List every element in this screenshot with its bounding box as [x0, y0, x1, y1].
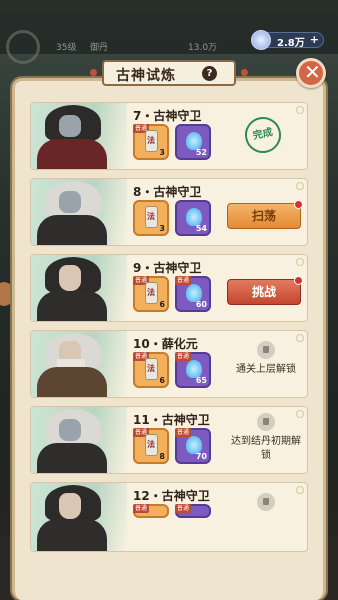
boss-portrait [31, 483, 127, 551]
boss-portrait [31, 179, 127, 245]
talisman-reward[interactable]: 普通 法 6 [133, 276, 169, 312]
player-power: 13.0万 [188, 43, 218, 53]
stage-row-8[interactable]: 8・古神守卫 法 3 54 扫荡 [30, 178, 308, 246]
boss-portrait [31, 255, 127, 321]
lock-icon [257, 413, 275, 431]
reward-count: 6 [159, 300, 165, 309]
lock-icon [257, 493, 275, 511]
spirit-flame-reward[interactable]: 52 [175, 124, 211, 160]
talisman-reward[interactable]: 普通 法 3 [133, 124, 169, 160]
spirit-flame-reward[interactable]: 普通 60 [175, 276, 211, 312]
spirit-flame-reward[interactable]: 普通 [175, 504, 211, 518]
talisman-reward[interactable]: 普通 法 6 [133, 352, 169, 388]
reward-count: 54 [195, 224, 207, 233]
player-level: 35级 [56, 43, 77, 53]
panel-title: 古神试炼 [116, 68, 176, 84]
reward-count: 70 [195, 452, 207, 461]
stage-name: 12・古神守卫 [133, 489, 210, 503]
reward-count: 3 [159, 148, 165, 157]
game-screen: 35级 御丹 13.0万 2.8万 + 宗门 洞天 5293 本尊 挑战 古神试… [0, 0, 338, 600]
red-dot-badge [294, 276, 303, 285]
spirit-flame-reward[interactable]: 普通 65 [175, 352, 211, 388]
challenge-button[interactable]: 挑战 [227, 276, 303, 305]
top-hud: 35级 御丹 13.0万 2.8万 + [0, 0, 338, 64]
help-icon[interactable]: ? [202, 66, 217, 81]
talisman-reward[interactable]: 法 3 [133, 200, 169, 236]
stage-name: 11・古神守卫 [133, 413, 210, 427]
add-currency-button[interactable]: + [310, 33, 319, 46]
player-avatar-ring[interactable] [6, 30, 40, 64]
stage-name: 10・薛化元 [133, 337, 198, 351]
reward-count: 60 [195, 300, 207, 309]
stage-row-12[interactable]: 12・古神守卫 普通 普通 [30, 482, 308, 552]
talisman-reward[interactable]: 普通 [133, 504, 169, 518]
lock-icon [257, 341, 275, 359]
talisman-reward[interactable]: 普通 法 8 [133, 428, 169, 464]
stage-row-10[interactable]: 10・薛化元 普通 法 6 普通 65 通关上层解锁 [30, 330, 308, 398]
completed-stamp: 完成 [241, 113, 285, 157]
currency-bar[interactable]: 2.8万 + [251, 30, 324, 50]
reward-count: 3 [159, 224, 165, 233]
unlock-condition: 达到结丹初期解锁 [231, 436, 301, 461]
boss-portrait [31, 331, 127, 397]
stage-row-9[interactable]: 9・古神守卫 普通 法 6 普通 60 挑战 [30, 254, 308, 322]
reward-count: 8 [159, 452, 165, 461]
stage-name: 8・古神守卫 [133, 185, 202, 199]
close-button[interactable]: ✕ [296, 58, 326, 88]
spirit-flame-reward[interactable]: 普通 70 [175, 428, 211, 464]
reward-count: 65 [195, 376, 207, 385]
currency-amount: 2.8万 [277, 38, 305, 49]
sweep-button[interactable]: 扫荡 [227, 200, 303, 229]
close-icon: ✕ [304, 60, 321, 84]
spirit-flame-reward[interactable]: 54 [175, 200, 211, 236]
panel-title-plate: 古神试炼 ? [90, 60, 248, 86]
gem-icon [251, 30, 271, 50]
stage-row-11[interactable]: 11・古神守卫 普通 法 8 普通 70 达到结丹初期解锁 [30, 406, 308, 474]
player-realm: 御丹 [90, 43, 109, 53]
stage-name: 9・古神守卫 [133, 261, 202, 275]
boss-portrait [31, 103, 127, 169]
stage-name: 7・古神守卫 [133, 109, 202, 123]
stage-row-7[interactable]: 7・古神守卫 普通 法 3 52 完成 [30, 102, 308, 170]
boss-portrait [31, 407, 127, 473]
red-dot-badge [294, 200, 303, 209]
reward-count: 6 [159, 376, 165, 385]
unlock-condition: 通关上层解锁 [236, 364, 296, 375]
reward-count: 52 [195, 148, 207, 157]
